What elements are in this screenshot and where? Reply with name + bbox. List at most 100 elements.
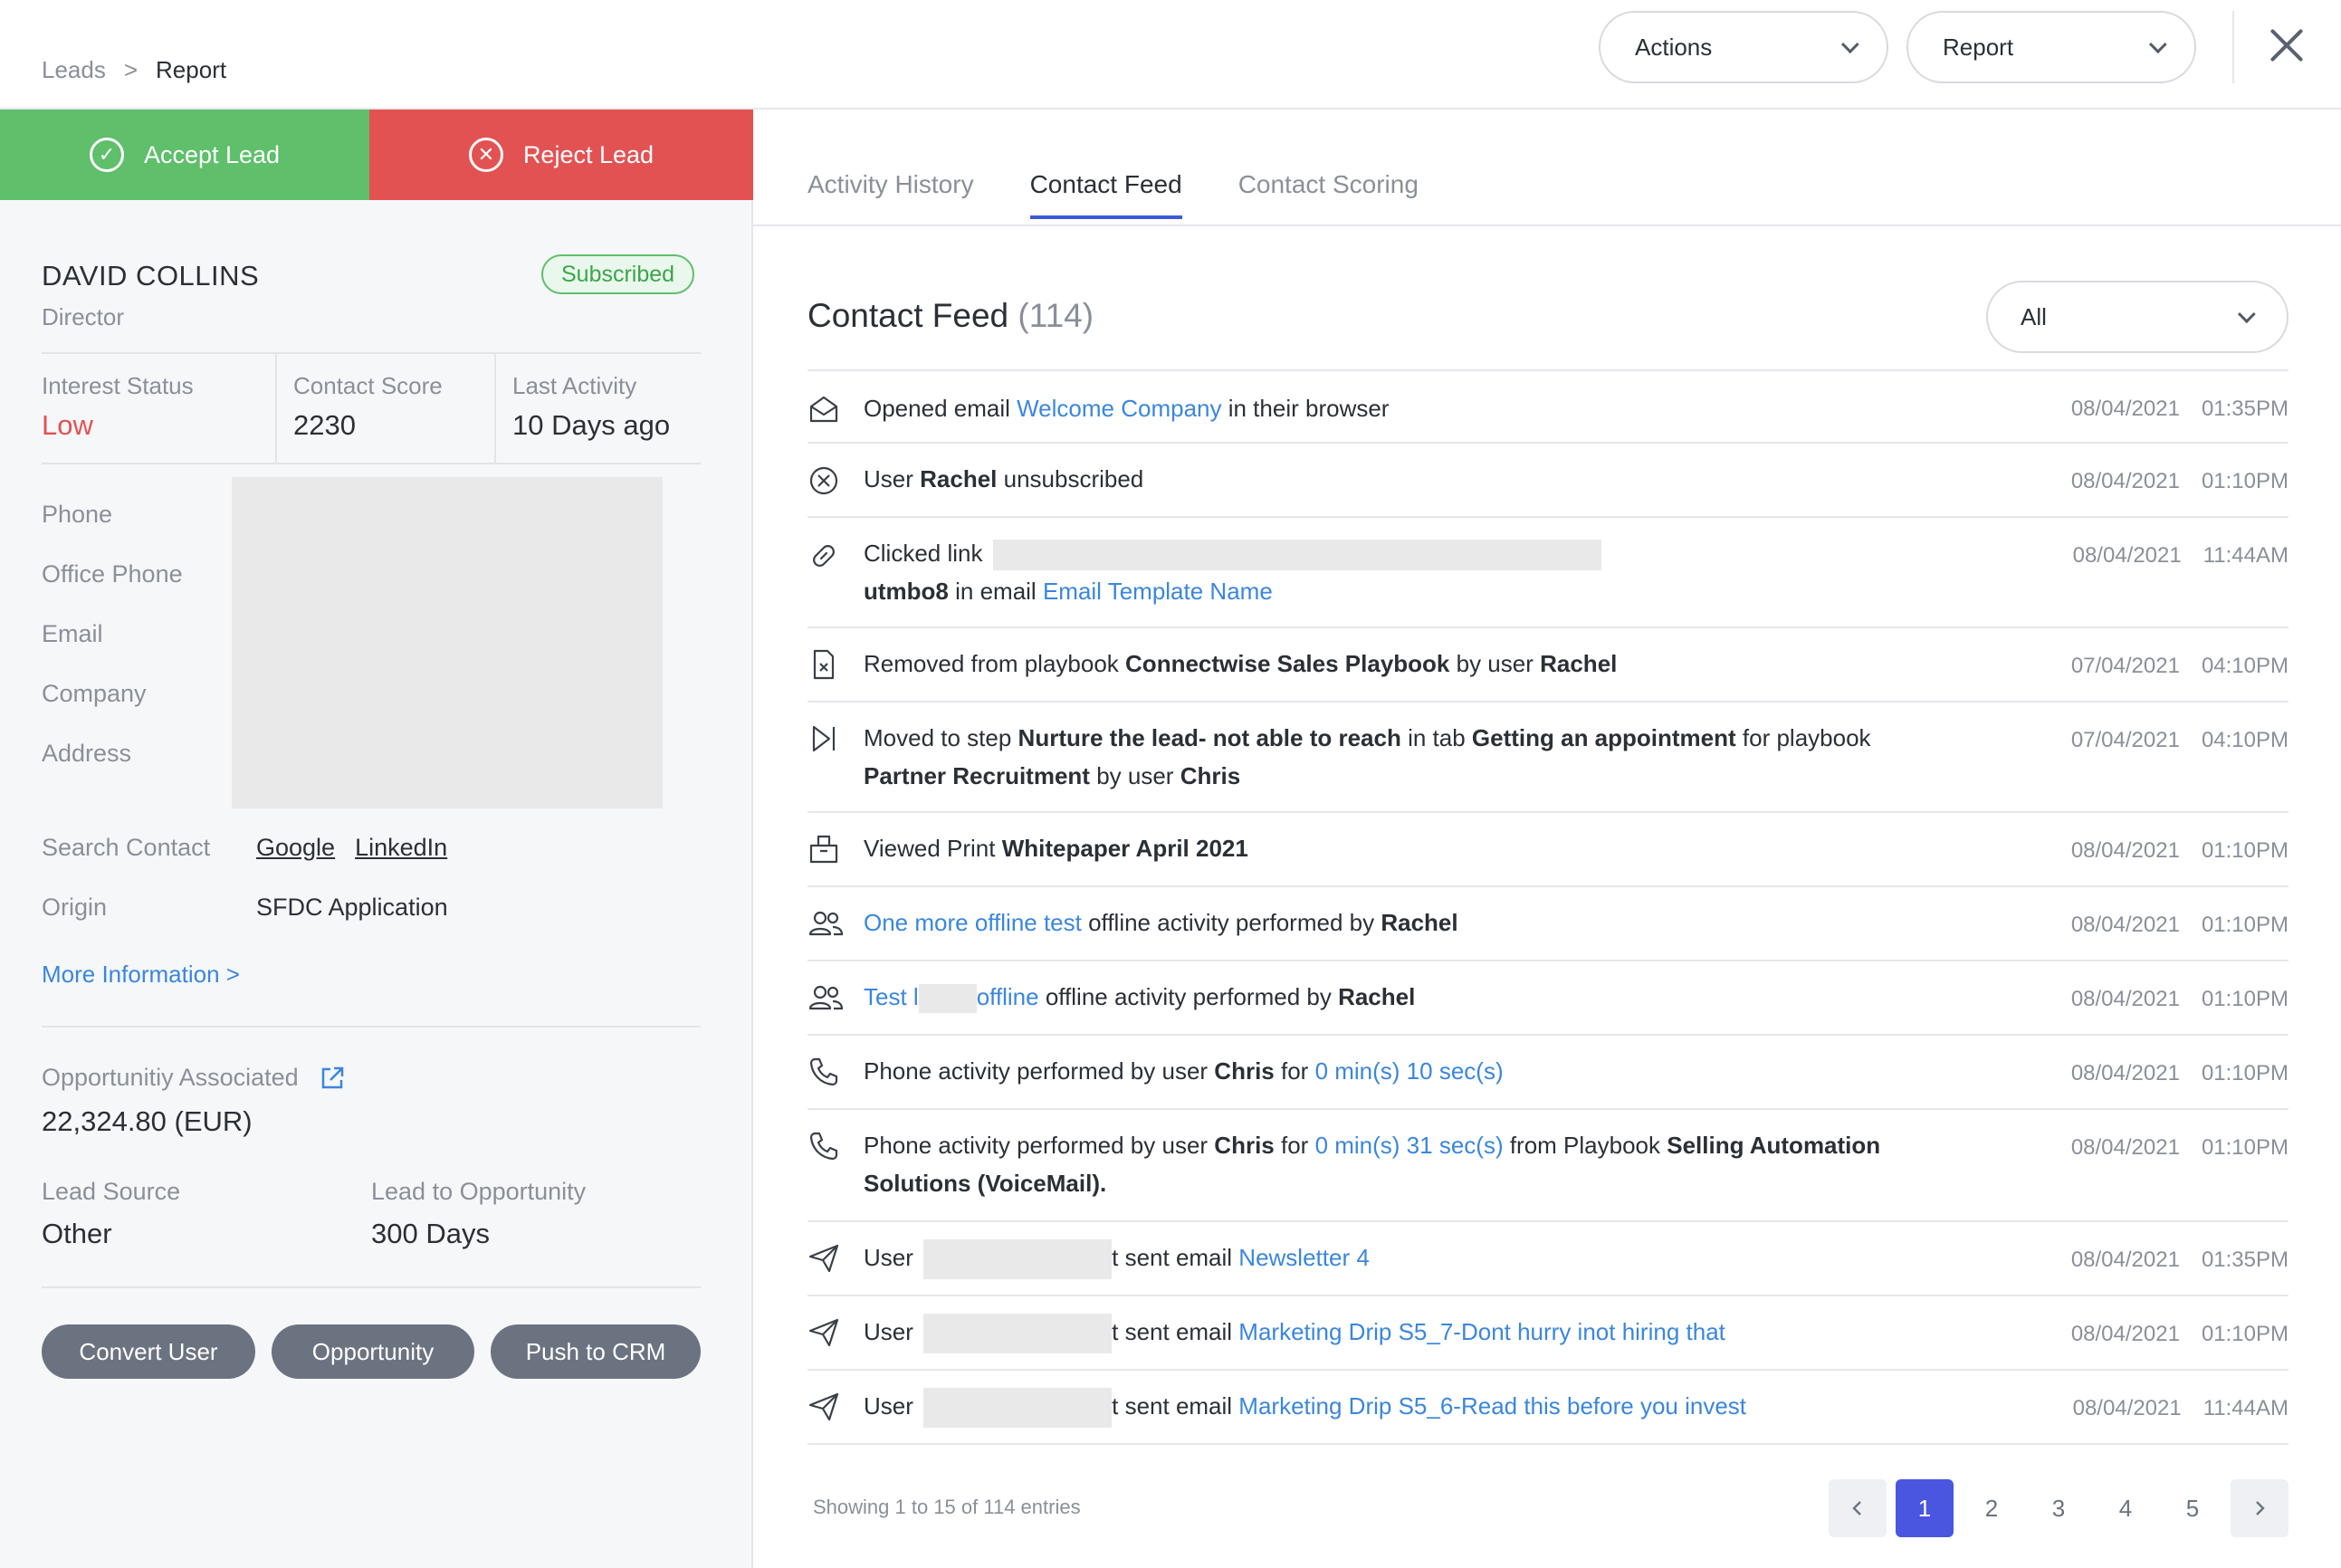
- feed-row: User t sent email Marketing Drip S5_6-Re…: [807, 1371, 2288, 1445]
- last-activity-stat: Last Activity 10 Days ago: [494, 354, 701, 463]
- feed-user: Chris: [1214, 1057, 1275, 1085]
- pagination-summary: Showing 1 to 15 of 114 entries: [813, 1496, 1081, 1518]
- status-badge: Subscribed: [541, 254, 695, 294]
- call-duration-link[interactable]: 0 min(s) 31 sec(s): [1315, 1132, 1504, 1159]
- feed-text-part: from Playbook: [1503, 1132, 1667, 1159]
- feed-filter-value: All: [2021, 302, 2047, 330]
- feed-date: 07/04/2021: [2070, 728, 2180, 752]
- actions-dropdown[interactable]: Actions: [1599, 11, 1888, 83]
- opportunity-label: Opportunitiy Associated: [42, 1064, 299, 1091]
- feed-text-part: in email: [948, 578, 1043, 605]
- activity-link[interactable]: One more offline test: [864, 909, 1082, 936]
- prev-page-button[interactable]: [1829, 1479, 1887, 1537]
- origin-label: Origin: [42, 894, 108, 921]
- feed-text: User t sent email Marketing Drip S5_6-Re…: [864, 1387, 1905, 1429]
- feed-text-part: for playbook: [1735, 724, 1871, 751]
- opportunity-button[interactable]: Opportunity: [272, 1324, 474, 1379]
- asset-name: Whitepaper April 2021: [1001, 835, 1248, 862]
- email-link[interactable]: Email Template Name: [1043, 578, 1273, 605]
- link-code: utmbo8: [864, 578, 949, 605]
- tab-contact-feed[interactable]: Contact Feed: [1029, 170, 1182, 219]
- feed-date: 08/04/2021: [2070, 469, 2180, 493]
- redacted-user: [923, 1388, 1113, 1429]
- feed-user: Chris: [1214, 1132, 1275, 1159]
- feed-row: Clicked link utmbo8 in email Email Templ…: [807, 518, 2288, 628]
- accept-lead-label: Accept Lead: [143, 140, 281, 168]
- skip-step-icon: [812, 725, 836, 752]
- tab-activity-history[interactable]: Activity History: [807, 170, 974, 219]
- opportunity-associated: Opportunitiy Associated: [42, 1064, 346, 1092]
- feed-time: 01:35PM: [2201, 1248, 2288, 1272]
- activity-link[interactable]: offline: [977, 983, 1039, 1010]
- company-label: Company: [42, 680, 147, 707]
- step-name: Nurture the lead- not able to reach: [1018, 724, 1401, 751]
- call-duration-link[interactable]: 0 min(s) 10 sec(s): [1315, 1057, 1504, 1085]
- feed-row: Test l offline offline activity performed…: [807, 961, 2288, 1036]
- page-1-button[interactable]: 1: [1896, 1479, 1954, 1537]
- tabs-divider: [753, 225, 2341, 226]
- feed-row: Opened email Welcome Company in their br…: [807, 371, 2288, 444]
- feed-text-part: for: [1274, 1132, 1315, 1159]
- feed-timestamp: 08/04/2021 01:35PM: [2071, 1248, 2288, 1273]
- accept-lead-button[interactable]: ✓ Accept Lead: [0, 110, 369, 200]
- feed-user: Rachel: [920, 465, 998, 492]
- users-icon: [808, 911, 844, 936]
- feed-timestamp: 08/04/2021 11:44AM: [2073, 1396, 2288, 1421]
- x-circle-icon: ✕: [468, 138, 503, 172]
- email-link[interactable]: Welcome Company: [1017, 395, 1221, 422]
- lead-title: Director: [42, 303, 125, 330]
- email-link[interactable]: Marketing Drip S5_7-Dont hurry inot hiri…: [1238, 1318, 1725, 1345]
- tab-contact-scoring[interactable]: Contact Scoring: [1238, 170, 1419, 219]
- feed-text-part: by user: [1449, 650, 1541, 677]
- page-3-button[interactable]: 3: [2030, 1479, 2088, 1537]
- close-icon[interactable]: [2269, 27, 2305, 63]
- breadcrumb-leads[interactable]: Leads: [42, 56, 106, 84]
- feed-timestamp: 08/04/2021 01:10PM: [2071, 469, 2288, 494]
- redacted-user: [923, 1314, 1113, 1354]
- email-link[interactable]: Marketing Drip S5_6-Read this before you…: [1238, 1392, 1746, 1420]
- phone-icon: [809, 1057, 838, 1086]
- send-icon: [808, 1392, 839, 1421]
- page-2-button[interactable]: 2: [1963, 1479, 2021, 1537]
- google-link[interactable]: Google: [256, 834, 335, 862]
- feed-text-part: Clicked link: [864, 540, 989, 567]
- search-contact-row: Search Contact Google LinkedIn: [42, 834, 467, 862]
- feed-user: Rachel: [1381, 909, 1458, 936]
- contact-feed-title: Contact Feed (114): [807, 297, 1094, 335]
- chevron-right-icon: [2256, 1501, 2265, 1515]
- convert-user-button[interactable]: Convert User: [42, 1324, 255, 1379]
- report-dropdown-label: Report: [1943, 33, 2014, 61]
- page-4-button[interactable]: 4: [2097, 1479, 2155, 1537]
- lead-to-opportunity-label: Lead to Opportunity: [371, 1178, 587, 1205]
- report-dropdown[interactable]: Report: [1906, 11, 2196, 83]
- stat-value: 2230: [293, 409, 356, 441]
- feed-row: Viewed Print Whitepaper April 2021 08/04…: [807, 813, 2288, 887]
- linkedin-link[interactable]: LinkedIn: [355, 834, 447, 862]
- activity-link[interactable]: Test l: [864, 983, 919, 1010]
- email-link[interactable]: Newsletter 4: [1238, 1244, 1370, 1271]
- feed-timestamp: 08/04/2021 01:35PM: [2071, 397, 2288, 422]
- feed-text: Phone activity performed by user Chris f…: [864, 1126, 1905, 1202]
- more-information-link[interactable]: More Information >: [42, 961, 240, 989]
- feed-filter-dropdown[interactable]: All: [1986, 281, 2288, 353]
- page-5-button[interactable]: 5: [2164, 1479, 2222, 1537]
- phone-label: Phone: [42, 501, 113, 528]
- lead-name: DAVID COLLINS: [42, 260, 260, 292]
- feed-date: 08/04/2021: [2070, 1322, 2180, 1346]
- contact-feed-list: Opened email Welcome Company in their br…: [807, 369, 2288, 1445]
- feed-text-part: User: [864, 1244, 921, 1271]
- reject-lead-button[interactable]: ✕ Reject Lead: [369, 110, 753, 200]
- origin-value: SFDC Application: [256, 894, 448, 921]
- feed-row: Phone activity performed by user Chris f…: [807, 1036, 2288, 1110]
- push-to-crm-button[interactable]: Push to CRM: [491, 1324, 701, 1379]
- feed-text-part: in their browser: [1221, 395, 1390, 422]
- contact-field-labels: Phone Office Phone Email Company Address: [42, 501, 183, 799]
- envelope-open-icon: [809, 396, 838, 423]
- next-page-button[interactable]: [2231, 1479, 2288, 1537]
- stat-label: Last Activity: [512, 372, 637, 399]
- whitepaper-icon: [809, 835, 838, 864]
- divider: [42, 1286, 701, 1288]
- feed-text-part: Phone activity performed by user: [864, 1057, 1215, 1085]
- external-link-icon[interactable]: [319, 1065, 346, 1092]
- users-icon: [808, 985, 844, 1010]
